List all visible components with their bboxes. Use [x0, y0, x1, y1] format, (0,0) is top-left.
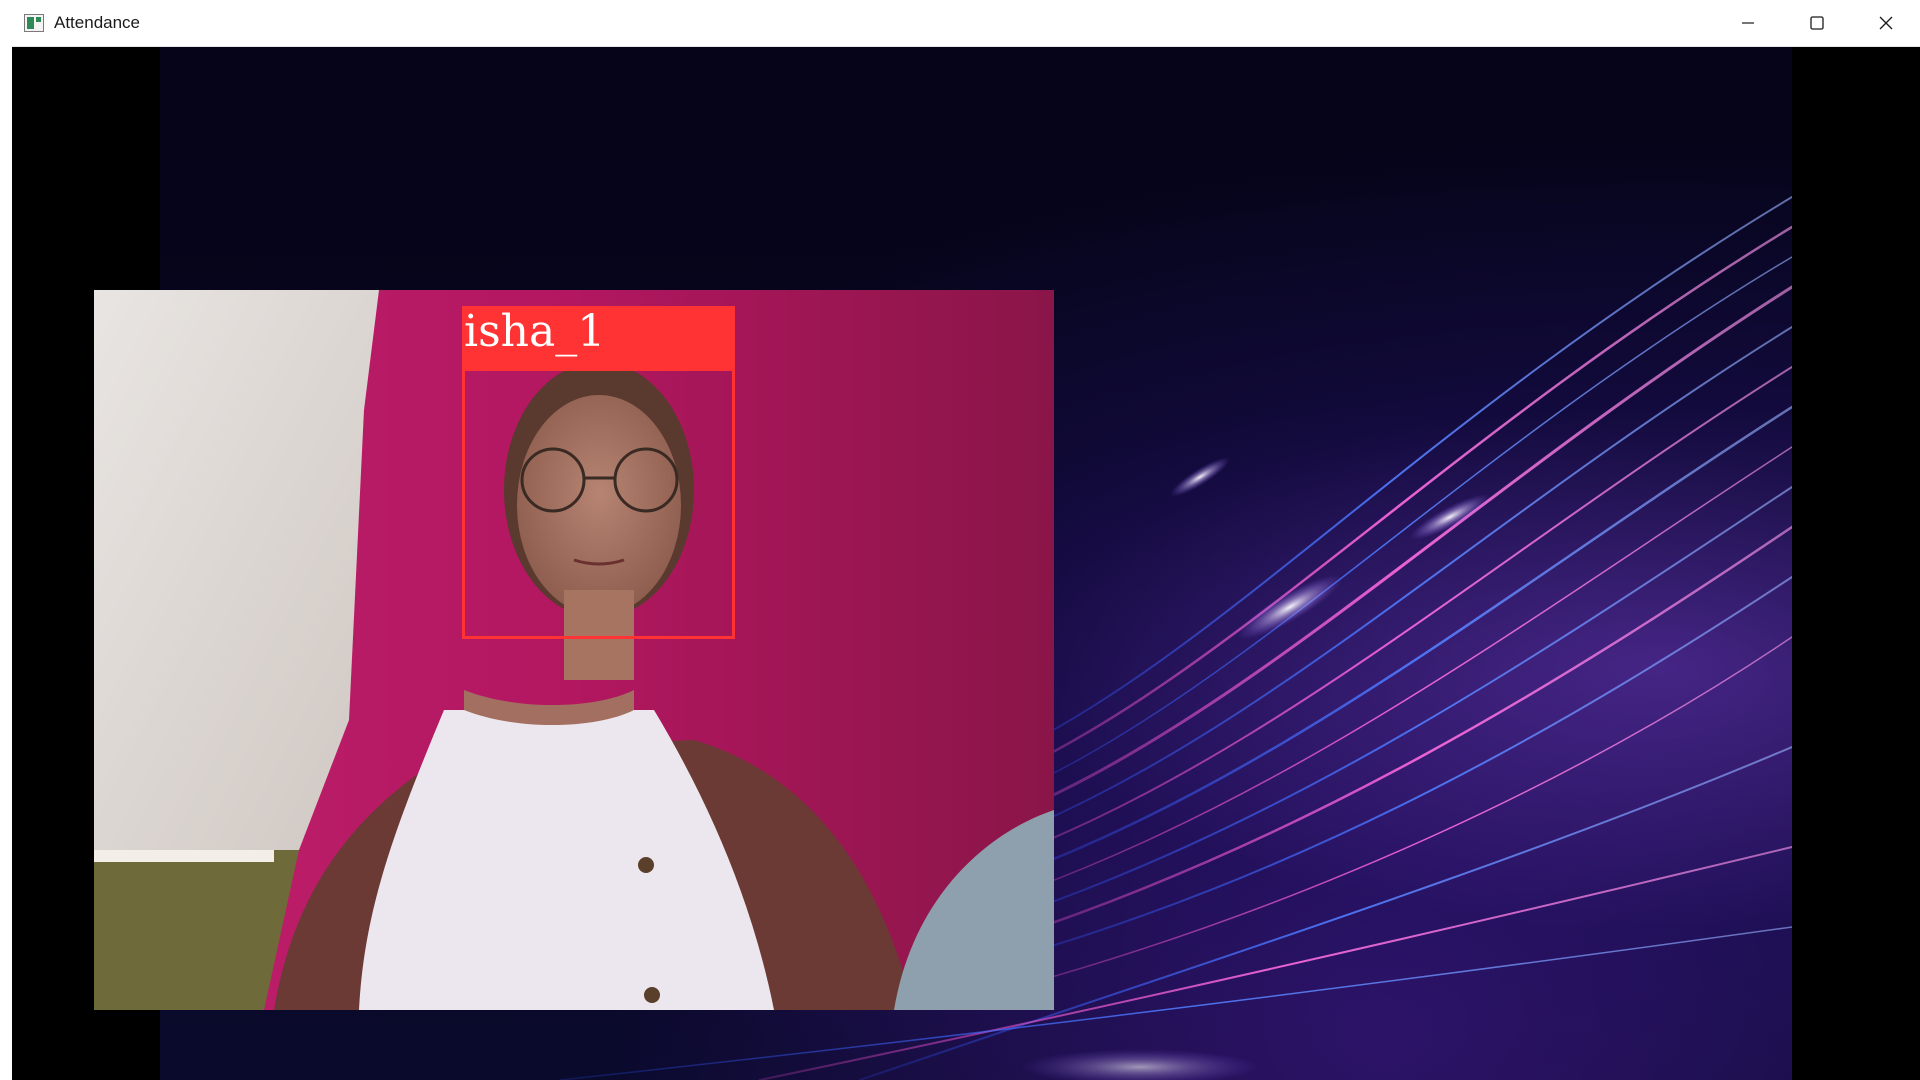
window-canvas: isha_1 [12, 47, 1920, 1080]
camera-feed: isha_1 [94, 290, 1054, 1010]
title-bar[interactable]: Attendance [12, 0, 1920, 47]
recognized-name-label: isha_1 [462, 306, 735, 368]
attendance-window: Attendance isha_1 [12, 0, 1920, 1080]
minimize-button[interactable] [1713, 0, 1782, 46]
recognized-name-text: isha_1 [464, 306, 606, 357]
close-icon [1879, 16, 1892, 30]
minimize-icon [1741, 22, 1754, 24]
face-bounding-box [462, 368, 735, 639]
close-button[interactable] [1851, 0, 1920, 46]
maximize-icon [1809, 16, 1824, 30]
window-title: Attendance [54, 13, 141, 32]
maximize-button[interactable] [1782, 0, 1851, 46]
window-controls [1713, 0, 1920, 46]
app-window-icon [24, 14, 44, 32]
